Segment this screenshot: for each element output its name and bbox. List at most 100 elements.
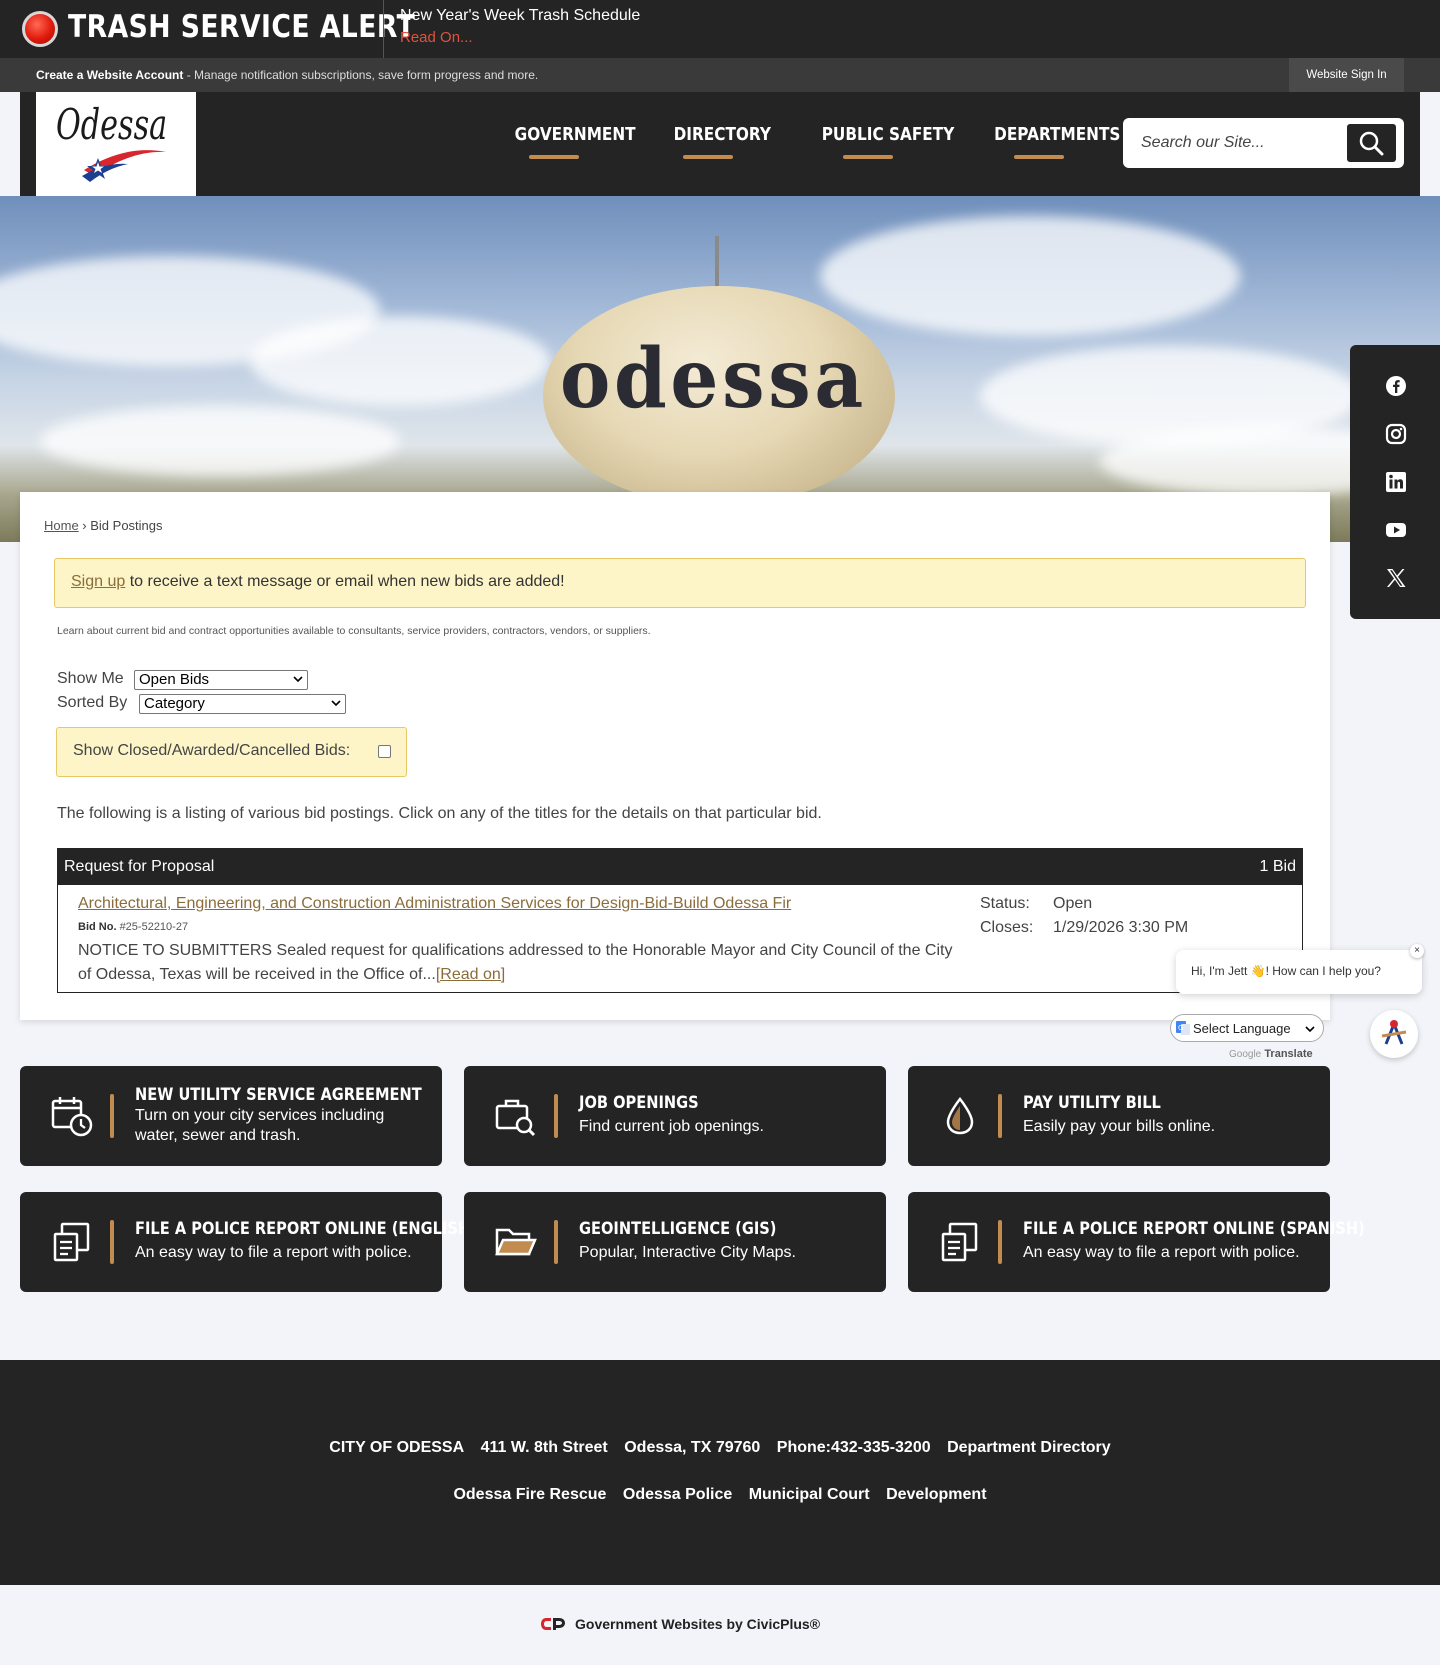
report-document-icon xyxy=(941,1222,978,1262)
quick-link-accent xyxy=(998,1220,1002,1264)
hero-banner: odessa xyxy=(0,196,1440,542)
breadcrumb: Home › Bid Postings xyxy=(44,518,163,533)
quick-link-accent xyxy=(110,1094,114,1138)
chevron-down-icon xyxy=(1305,1026,1315,1033)
bid-category-table: Request for Proposal 1 Bid Architectural… xyxy=(57,848,1303,993)
bid-read-on-link[interactable]: [Read on] xyxy=(436,966,505,983)
civicplus-credit[interactable]: Government Websites by CivicPlus® xyxy=(575,1616,820,1632)
cloud xyxy=(250,316,550,406)
bid-status-value: Open xyxy=(1053,895,1093,912)
show-me-select[interactable]: Open Bids xyxy=(134,670,308,690)
chevron-down-icon xyxy=(293,676,303,683)
cloud xyxy=(820,216,1240,336)
nav-government[interactable]: GOVERNMENT xyxy=(515,124,636,145)
quick-link-utility-agreement[interactable]: NEW UTILITY SERVICE AGREEMENT Turn on yo… xyxy=(20,1066,442,1166)
footer-city-state-zip: Odessa, TX 79760 xyxy=(624,1439,761,1456)
language-select[interactable]: G Select Language xyxy=(1170,1014,1324,1042)
signup-notice: Sign up to receive a text message or ema… xyxy=(54,558,1306,608)
chatbot-mascot-icon xyxy=(1381,1019,1407,1045)
bid-title-link[interactable]: Architectural, Engineering, and Construc… xyxy=(78,895,791,913)
show-closed-checkbox[interactable] xyxy=(378,745,391,758)
nav-underline xyxy=(683,155,733,159)
chat-avatar[interactable] xyxy=(1370,1010,1418,1058)
quick-link-job-openings[interactable]: JOB OPENINGS Find current job openings. xyxy=(464,1066,886,1166)
sorted-by-label: Sorted By xyxy=(57,694,128,711)
social-media-bar xyxy=(1350,345,1440,619)
chat-greeting[interactable]: Hi, I'm Jett 👋! How can I help you? xyxy=(1176,950,1422,994)
signup-link[interactable]: Sign up xyxy=(71,573,125,590)
bid-category-title: Request for Proposal xyxy=(64,858,215,875)
alert-bar: TRASH SERVICE ALERT New Year's Week Tras… xyxy=(0,0,1440,58)
footer-contact-row: CITY OF ODESSA 411 W. 8th Street Odessa,… xyxy=(0,1439,1440,1457)
nav-public-safety[interactable]: PUBLIC SAFETY xyxy=(822,124,955,145)
account-prompt: Create a Website Account - Manage notifi… xyxy=(36,68,538,82)
quick-link-accent xyxy=(554,1094,558,1138)
bid-number: Bid No. #25-52210-27 xyxy=(78,921,188,933)
quick-link-description: Turn on your city services including wat… xyxy=(135,1107,385,1144)
footer-fire-rescue-link[interactable]: Odessa Fire Rescue xyxy=(453,1486,606,1503)
footer-municipal-court-link[interactable]: Municipal Court xyxy=(749,1486,870,1503)
quick-link-police-report-spanish[interactable]: FILE A POLICE REPORT ONLINE (SPANISH) An… xyxy=(908,1192,1365,1292)
create-account-link[interactable]: Create a Website Account xyxy=(36,68,183,82)
nav-directory[interactable]: DIRECTORY xyxy=(674,124,771,145)
account-bar: Create a Website Account - Manage notifi… xyxy=(0,58,1440,92)
site-logo[interactable]: Odessa xyxy=(36,92,196,196)
quick-link-title: PAY UTILITY BILL xyxy=(1023,1093,1161,1113)
show-me-label: Show Me xyxy=(57,670,124,687)
quick-link-title: NEW UTILITY SERVICE AGREEMENT xyxy=(135,1085,422,1105)
quick-link-gis[interactable]: GEOINTELLIGENCE (GIS) Popular, Interacti… xyxy=(464,1192,886,1292)
sorted-by-select[interactable]: Category xyxy=(139,694,346,714)
show-closed-label: Show Closed/Awarded/Cancelled Bids: xyxy=(73,742,351,759)
alert-message[interactable]: New Year's Week Trash Schedule xyxy=(400,7,640,25)
search-icon xyxy=(1359,131,1384,156)
facebook-icon[interactable] xyxy=(1385,375,1407,397)
breadcrumb-home-link[interactable]: Home xyxy=(44,518,79,533)
alert-icon xyxy=(22,11,58,47)
site-footer: CITY OF ODESSA 411 W. 8th Street Odessa,… xyxy=(0,1360,1440,1585)
footer-links-row: Odessa Fire Rescue Odessa Police Municip… xyxy=(0,1486,1440,1504)
sign-in-button[interactable]: Website Sign In xyxy=(1289,58,1404,92)
calendar-clock-icon xyxy=(51,1097,93,1137)
svg-text:G: G xyxy=(1178,1024,1183,1032)
nav-underline xyxy=(843,155,893,159)
footer-police-link[interactable]: Odessa Police xyxy=(623,1486,732,1503)
quick-link-title: FILE A POLICE REPORT ONLINE (SPANISH) xyxy=(1023,1219,1365,1239)
bid-postings-card: Home › Bid Postings Sign up to receive a… xyxy=(20,492,1330,1020)
quick-link-description: An easy way to file a report with police… xyxy=(135,1244,412,1261)
google-translate-icon: G xyxy=(1176,1021,1190,1035)
sorted-by-selected-value: Category xyxy=(144,695,205,712)
footer-department-directory-link[interactable]: Department Directory xyxy=(947,1439,1111,1456)
report-document-icon xyxy=(53,1222,90,1262)
youtube-icon[interactable] xyxy=(1385,519,1407,541)
instagram-icon[interactable] xyxy=(1385,423,1407,445)
language-select-label: Select Language xyxy=(1193,1021,1291,1036)
x-twitter-icon[interactable] xyxy=(1385,567,1407,589)
nav-departments[interactable]: DEPARTMENTS xyxy=(994,124,1120,145)
quick-link-title: GEOINTELLIGENCE (GIS) xyxy=(579,1219,777,1239)
footer-phone[interactable]: Phone:432-335-3200 xyxy=(777,1439,931,1456)
bid-description: NOTICE TO SUBMITTERS Sealed request for … xyxy=(78,939,958,987)
bid-closes-label: Closes: xyxy=(980,919,1034,936)
translate-credit: Translate xyxy=(1264,1048,1313,1060)
quick-link-pay-utility-bill[interactable]: PAY UTILITY BILL Easily pay your bills o… xyxy=(908,1066,1330,1166)
search-input[interactable] xyxy=(1131,122,1341,164)
quick-link-police-report-english[interactable]: FILE A POLICE REPORT ONLINE (ENGLISH) An… xyxy=(20,1192,477,1292)
chat-close-button[interactable]: × xyxy=(1410,944,1424,958)
bid-closes-value: 1/29/2026 3:30 PM xyxy=(1053,919,1189,936)
google-translate-credit[interactable]: Google Translate xyxy=(1229,1048,1313,1060)
quick-link-title: FILE A POLICE REPORT ONLINE (ENGLISH) xyxy=(135,1219,477,1239)
quick-link-title: JOB OPENINGS xyxy=(579,1093,699,1113)
linkedin-icon[interactable] xyxy=(1385,471,1407,493)
civicplus-logo-icon[interactable] xyxy=(540,1615,566,1633)
footer-development-link[interactable]: Development xyxy=(886,1486,986,1503)
logo-swoosh-icon xyxy=(82,150,166,182)
intro-text: Learn about current bid and contract opp… xyxy=(57,625,651,637)
water-tower-lettering: odessa xyxy=(560,331,867,427)
alert-title[interactable]: TRASH SERVICE ALERT xyxy=(68,9,415,45)
bid-number-value: #25-52210-27 xyxy=(119,921,189,933)
search-button[interactable] xyxy=(1347,124,1396,162)
quick-link-description: Find current job openings. xyxy=(579,1118,764,1135)
alert-read-on-link[interactable]: Read On... xyxy=(400,29,473,46)
civicplus-bar: Government Websites by CivicPlus® xyxy=(0,1585,1440,1665)
quick-link-description: An easy way to file a report with police… xyxy=(1023,1244,1300,1261)
